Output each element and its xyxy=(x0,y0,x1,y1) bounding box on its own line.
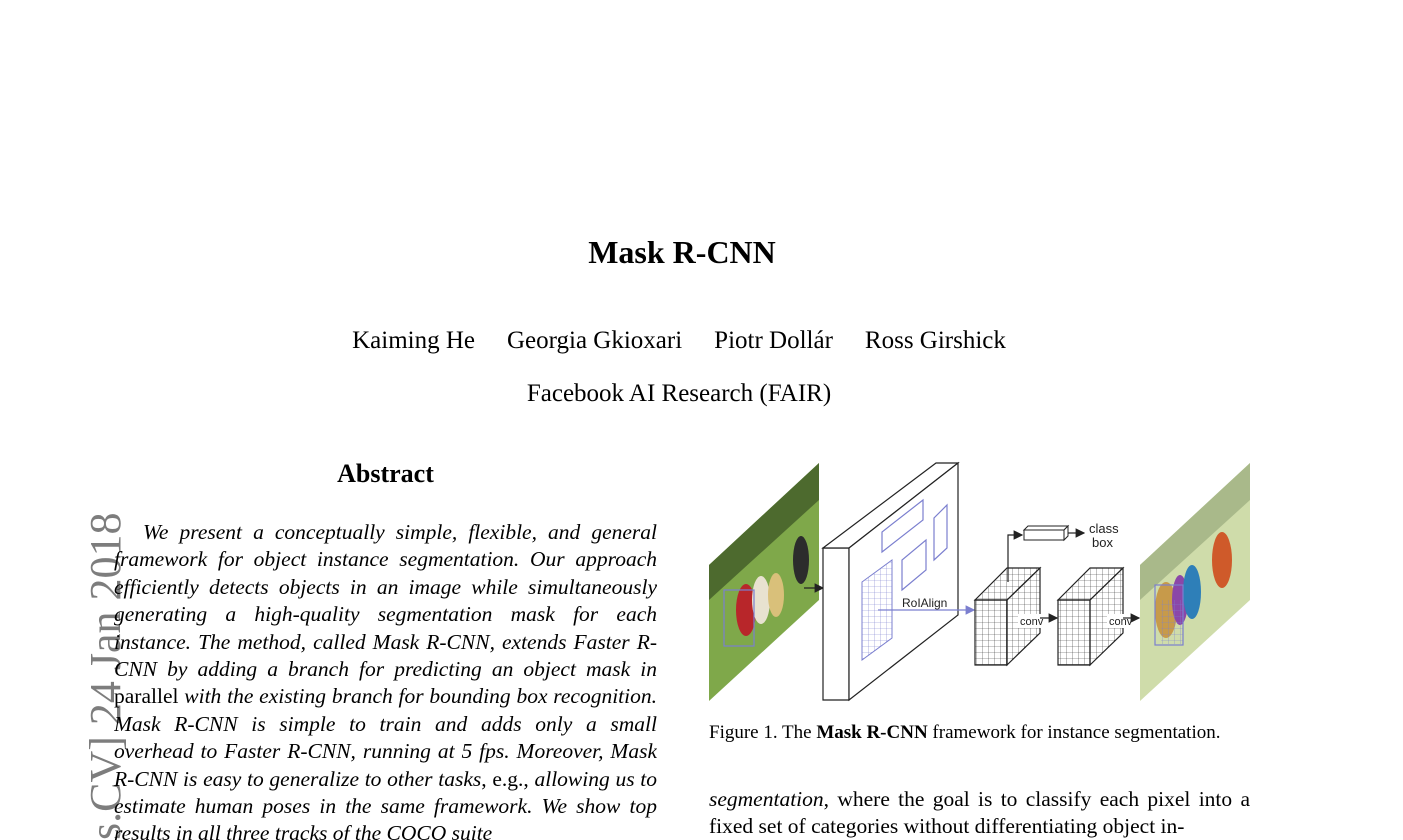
caption-prefix: Figure 1. The xyxy=(709,722,817,743)
abstract-heading: Abstract xyxy=(337,459,434,488)
author-name: Kaiming He xyxy=(352,327,475,354)
fc-box xyxy=(1022,524,1070,542)
caption-suffix: framework for instance segmentation. xyxy=(927,722,1221,743)
author-name: Georgia Gkioxari xyxy=(506,327,683,354)
paper-title: Mask R-CNN xyxy=(588,234,776,270)
author-name: Ross Girshick xyxy=(864,327,1006,354)
feature-map-block xyxy=(821,461,960,702)
mask-rcnn-framework-figure: RoIAlign conv conv class box xyxy=(709,461,1250,702)
intro-term: segmentation xyxy=(709,787,824,811)
caption-bold: Mask R-CNN xyxy=(816,722,928,743)
author-name: Piotr Dollár xyxy=(714,327,833,354)
class-label: class xyxy=(1089,521,1119,536)
author-list: Kaiming He Georgia Gkioxari Piotr Dollár Ro… xyxy=(0,327,1358,355)
input-image xyxy=(709,463,819,701)
intro-paragraph: segmentation, where the goal is to class… xyxy=(709,786,1250,840)
output-image xyxy=(1140,463,1250,701)
affiliation: Facebook AI Research (FAIR) xyxy=(526,380,832,407)
box-label: box xyxy=(1092,535,1113,550)
figure-caption: Figure 1. The Mask R-CNN framework for i… xyxy=(709,722,1254,744)
abstract-text-upright: parallel xyxy=(114,684,179,709)
abstract-text-upright: , e.g., xyxy=(481,766,529,791)
abstract-text-part: We present a conceptually simple, flexib… xyxy=(114,520,657,682)
abstract-text: We present a conceptually simple, flexib… xyxy=(114,519,657,840)
roialign-label: RoIAlign xyxy=(902,596,947,610)
